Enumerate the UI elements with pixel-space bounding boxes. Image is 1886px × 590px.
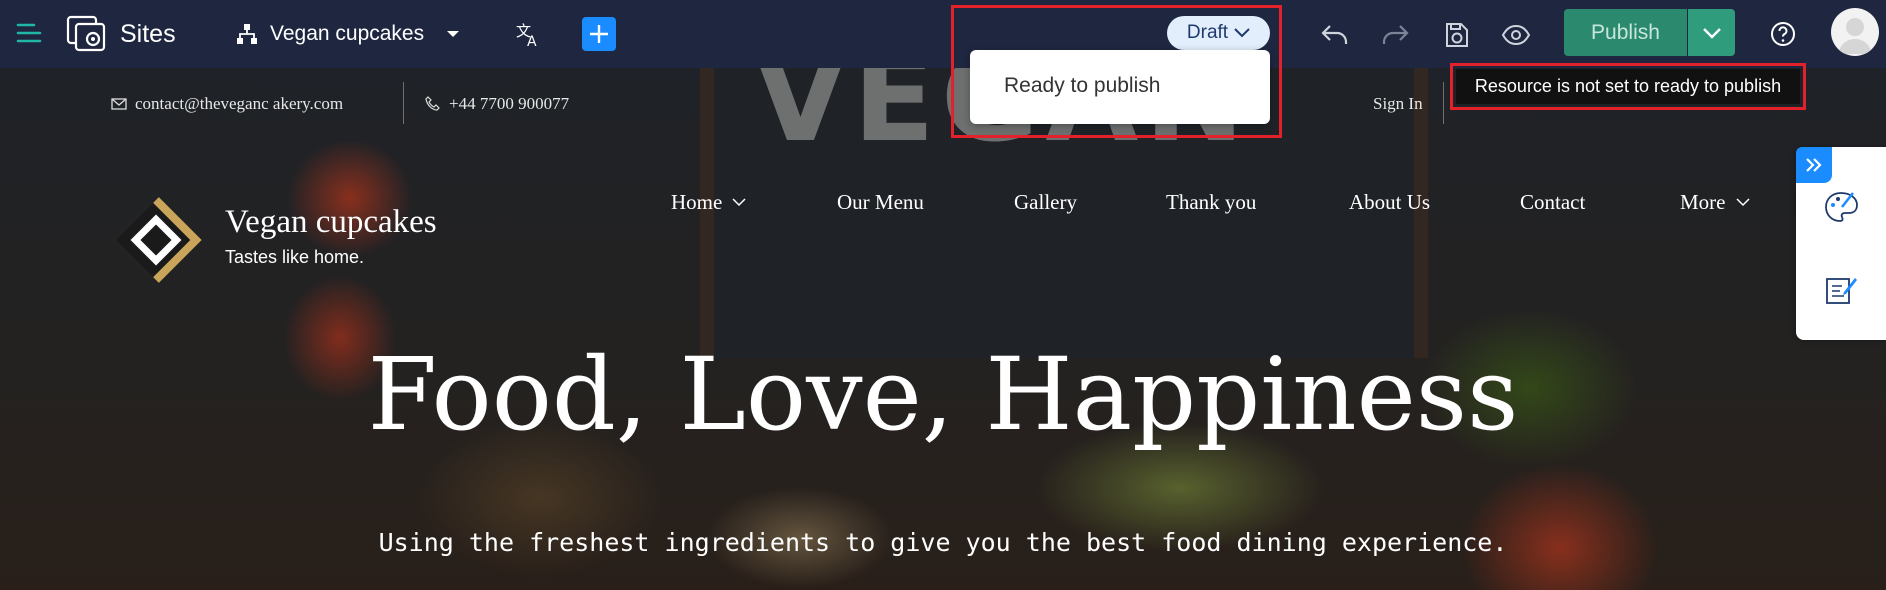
chevron-down-icon <box>1234 28 1250 38</box>
publish-label: Publish <box>1591 20 1660 44</box>
site-switcher[interactable]: Vegan cupcakes <box>236 18 460 50</box>
nav-label: Contact <box>1520 190 1586 214</box>
publish-button[interactable]: Publish <box>1564 9 1687 56</box>
sign-in-text: Sign In <box>1373 94 1423 113</box>
nav-item-more[interactable]: More <box>1680 190 1750 215</box>
plus-icon <box>590 25 608 43</box>
contact-phone[interactable]: +44 7700 900077 <box>425 94 569 114</box>
user-avatar[interactable] <box>1831 8 1879 56</box>
preview-eye-icon[interactable] <box>1498 18 1534 52</box>
status-label: Draft <box>1186 22 1229 43</box>
nav-item-our-menu[interactable]: Our Menu <box>837 190 924 215</box>
sign-in-link[interactable]: Sign In <box>1373 94 1423 114</box>
add-element-button[interactable] <box>582 17 616 51</box>
sitemap-icon <box>237 24 257 44</box>
brand-logo[interactable] <box>110 194 202 286</box>
sites-app-logo[interactable]: Sites <box>66 14 176 54</box>
redo-icon[interactable] <box>1378 18 1412 52</box>
save-icon[interactable] <box>1440 18 1474 52</box>
publish-tooltip: Resource is not set to ready to publish <box>1456 69 1800 104</box>
theme-palette-icon[interactable] <box>1821 187 1861 227</box>
email-text: contact@theveganc akery.com <box>135 94 344 113</box>
hero-subtitle: Using the freshest ingredients to give y… <box>378 528 1508 557</box>
double-chevron-right-icon <box>1806 158 1822 172</box>
brand-name: Vegan cupcakes <box>225 204 437 240</box>
hero-title: Food, Love, Happiness <box>367 336 1519 453</box>
expand-panel-button[interactable] <box>1796 147 1832 183</box>
status-dropdown-button[interactable]: Draft <box>1167 16 1270 50</box>
hero-content: contact@theveganc akery.com +44 7700 900… <box>0 68 1886 590</box>
site-name: Vegan cupcakes <box>270 22 425 45</box>
nav-item-contact[interactable]: Contact <box>1520 190 1585 215</box>
edit-content-icon[interactable] <box>1821 269 1861 309</box>
menu-item-ready-to-publish[interactable]: Ready to publish <box>1004 74 1160 98</box>
nav-item-about-us[interactable]: About Us <box>1349 190 1430 215</box>
svg-text:A: A <box>527 34 537 48</box>
nav-label: Gallery <box>1014 190 1077 214</box>
diamond-logo-icon <box>116 197 202 283</box>
nav-label: Our Menu <box>837 190 924 214</box>
phone-text: +44 7700 900077 <box>449 94 570 113</box>
header-divider <box>1443 82 1444 124</box>
nav-item-home[interactable]: Home <box>671 190 746 215</box>
nav-item-thank-you[interactable]: Thank you <box>1166 190 1256 215</box>
website-canvas[interactable]: VEGAN contact@theveganc akery.com +44 77… <box>0 68 1886 590</box>
nav-label: Thank you <box>1166 190 1257 214</box>
brand-tagline: Tastes like home. <box>225 247 365 267</box>
menu-icon[interactable] <box>14 18 44 48</box>
editor-toolbar: Sites Vegan cupcakes 文A Publish <box>0 0 1886 68</box>
translate-icon[interactable]: 文A <box>512 18 544 50</box>
mail-icon <box>111 98 127 110</box>
side-tools-panel <box>1796 147 1886 340</box>
status-menu: Ready to publish <box>970 50 1270 124</box>
chevron-down-icon <box>1702 27 1721 39</box>
sites-logo-icon <box>66 15 106 52</box>
contact-email[interactable]: contact@theveganc akery.com <box>111 94 343 114</box>
app-title: Sites <box>120 19 176 48</box>
chevron-down-icon <box>732 198 746 207</box>
nav-label: More <box>1680 190 1726 214</box>
phone-icon <box>425 96 440 111</box>
nav-item-gallery[interactable]: Gallery <box>1014 190 1077 215</box>
nav-label: Home <box>671 190 723 214</box>
avatar-icon <box>1838 18 1872 54</box>
contact-divider <box>403 82 404 124</box>
chevron-down-icon <box>1735 198 1750 207</box>
undo-icon[interactable] <box>1318 18 1352 52</box>
help-icon[interactable] <box>1766 17 1800 51</box>
publish-options-button[interactable] <box>1688 9 1735 56</box>
nav-label: About Us <box>1349 190 1431 214</box>
caret-down-icon <box>447 31 460 37</box>
